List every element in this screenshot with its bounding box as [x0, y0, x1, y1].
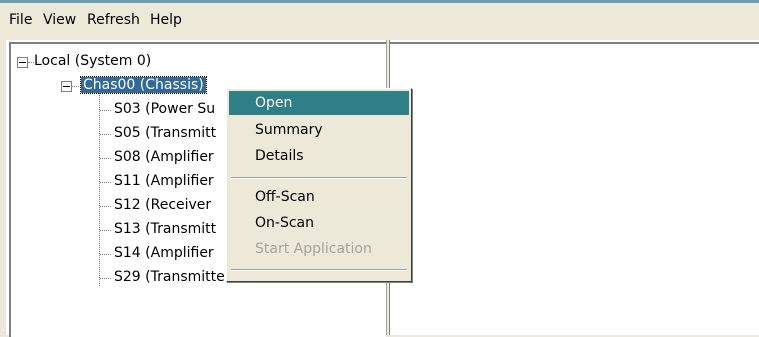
- menu-item-off-scan[interactable]: Off-Scan: [229, 185, 409, 209]
- tree-connector: [100, 182, 111, 183]
- tree-node-child[interactable]: S08 (Amplifier: [114, 149, 214, 165]
- tree-node-chassis[interactable]: Chas00 (Chassis): [80, 76, 207, 94]
- menu-bar: File View Refresh Help: [0, 3, 759, 37]
- collapse-icon[interactable]: [17, 57, 28, 68]
- menu-refresh[interactable]: Refresh: [87, 12, 140, 28]
- tree-node-child[interactable]: S13 (Transmitt: [114, 221, 216, 237]
- menu-item-summary[interactable]: Summary: [229, 118, 409, 142]
- context-menu: Open Summary Details Off-Scan On-Scan St…: [226, 88, 412, 282]
- menu-item-on-scan[interactable]: On-Scan: [229, 211, 409, 235]
- menu-help[interactable]: Help: [150, 12, 182, 28]
- detail-pane: [390, 42, 759, 335]
- tree-connector: [100, 158, 111, 159]
- menu-separator: [231, 177, 407, 179]
- tree-connector: [100, 278, 111, 279]
- tree-connector: [100, 230, 111, 231]
- tree-node-child[interactable]: S03 (Power Su: [114, 101, 215, 117]
- tree-node-child[interactable]: S05 (Transmitt: [114, 125, 216, 141]
- tree-connector: [100, 134, 111, 135]
- collapse-icon[interactable]: [61, 81, 72, 92]
- tree-connector: [72, 86, 79, 87]
- tree-connector: [100, 110, 111, 111]
- tree-node-root[interactable]: Local (System 0): [34, 53, 151, 69]
- tree-node-child[interactable]: S14 (Amplifier: [114, 245, 214, 261]
- tree-connector: [100, 254, 111, 255]
- tree-node-child[interactable]: S12 (Receiver: [114, 197, 211, 213]
- tree-connector: [99, 92, 100, 286]
- menu-file[interactable]: File: [9, 12, 32, 28]
- menu-item-start-application: Start Application: [255, 241, 372, 257]
- menu-item-details[interactable]: Details: [229, 144, 409, 168]
- menu-item-open[interactable]: Open: [229, 91, 409, 115]
- tree-connector: [100, 206, 111, 207]
- menu-separator: [231, 269, 407, 271]
- menu-view[interactable]: View: [43, 12, 76, 28]
- tree-node-child[interactable]: S29 (Transmitter ): [114, 269, 240, 285]
- tree-node-child[interactable]: S11 (Amplifier: [114, 173, 214, 189]
